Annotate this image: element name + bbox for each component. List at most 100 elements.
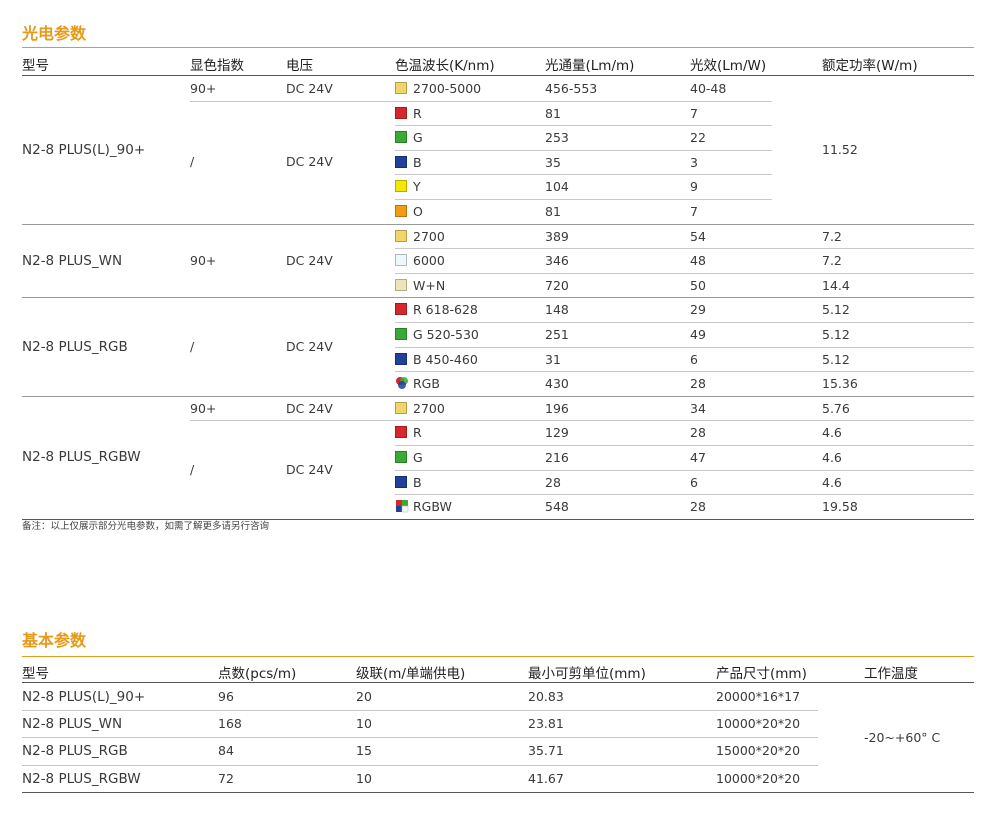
row-rule bbox=[395, 174, 772, 176]
column-header: 型号 bbox=[22, 58, 49, 74]
ra-value: 90+ bbox=[190, 400, 217, 416]
voltage-value: DC 24V bbox=[286, 154, 333, 170]
flux-value: 253 bbox=[545, 130, 569, 146]
row-rule bbox=[395, 494, 974, 496]
cct-value: R bbox=[413, 105, 422, 121]
column-header: 电压 bbox=[286, 58, 313, 74]
efficacy-value: 54 bbox=[690, 228, 706, 244]
efficacy-value: 28 bbox=[690, 376, 706, 392]
color-swatch-icon bbox=[395, 475, 407, 488]
size-value: 20000*16*17 bbox=[716, 689, 801, 704]
cascade-value: 20 bbox=[356, 689, 372, 704]
efficacy-value: 28 bbox=[690, 425, 706, 441]
model-name: N2-8 PLUS_WN bbox=[22, 252, 123, 269]
cct-value: G bbox=[413, 450, 423, 465]
flux-value: 81 bbox=[545, 204, 561, 219]
column-header: 色温波长(K/nm) bbox=[395, 58, 495, 74]
header-rule bbox=[22, 75, 974, 76]
row-rule bbox=[22, 737, 818, 739]
cut-unit-value: 35.71 bbox=[528, 743, 564, 759]
cct-value: 2700 bbox=[413, 228, 445, 244]
color-swatch-icon bbox=[395, 328, 407, 340]
efficacy-value: 48 bbox=[690, 253, 706, 269]
column-header: 光通量(Lm/m) bbox=[545, 58, 635, 74]
power-value: 5.76 bbox=[822, 400, 850, 416]
model-name: N2-8 PLUS_RGB bbox=[22, 743, 128, 760]
ra-value: 90+ bbox=[190, 81, 217, 96]
model-name: N2-8 PLUS_RGB bbox=[22, 338, 128, 355]
row-rule bbox=[395, 125, 772, 127]
size-value: 10000*20*20 bbox=[716, 770, 801, 786]
section1-title: 光电参数 bbox=[22, 24, 87, 43]
power-value: 4.6 bbox=[822, 425, 842, 441]
row-rule bbox=[190, 420, 974, 422]
color-swatch-icon bbox=[395, 303, 407, 316]
power-value: 19.58 bbox=[822, 499, 858, 515]
power-value: 7.2 bbox=[822, 228, 842, 244]
efficacy-value: 6 bbox=[690, 474, 698, 490]
voltage-value: DC 24V bbox=[286, 400, 333, 416]
efficacy-value: 34 bbox=[690, 400, 706, 416]
row-rule bbox=[395, 199, 772, 200]
row-rule bbox=[395, 272, 974, 274]
cct-value: RGB bbox=[413, 376, 440, 392]
cascade-value: 15 bbox=[356, 743, 372, 759]
cct-value: G 520-530 bbox=[413, 327, 479, 342]
column-header: 级联(m/单端供电) bbox=[356, 666, 466, 682]
flux-value: 196 bbox=[545, 400, 569, 416]
flux-value: 216 bbox=[545, 450, 569, 465]
flux-value: 346 bbox=[545, 253, 569, 269]
flux-value: 28 bbox=[545, 474, 561, 490]
cct-value: B bbox=[413, 154, 422, 170]
pcs-value: 96 bbox=[218, 689, 234, 704]
power-value: 15.36 bbox=[822, 376, 858, 392]
ra-value: / bbox=[190, 461, 195, 477]
efficacy-value: 22 bbox=[690, 130, 706, 146]
column-header: 点数(pcs/m) bbox=[218, 666, 297, 682]
efficacy-value: 29 bbox=[690, 302, 706, 318]
cct-value: Y bbox=[413, 179, 421, 195]
header-rule bbox=[22, 682, 974, 683]
row-rule bbox=[395, 346, 974, 348]
color-swatch-icon bbox=[395, 131, 407, 144]
efficacy-value: 49 bbox=[690, 327, 706, 342]
efficacy-value: 47 bbox=[690, 450, 706, 465]
power-value: 11.52 bbox=[822, 141, 858, 157]
column-header: 显色指数 bbox=[190, 58, 244, 74]
column-header: 产品尺寸(mm) bbox=[716, 666, 807, 682]
flux-value: 430 bbox=[545, 376, 569, 392]
power-value: 7.2 bbox=[822, 253, 842, 269]
color-swatch-icon bbox=[395, 254, 407, 267]
efficacy-value: 9 bbox=[690, 179, 698, 195]
power-value: 5.12 bbox=[822, 327, 850, 342]
ra-value: / bbox=[190, 154, 195, 170]
group-rule bbox=[22, 223, 974, 225]
flux-value: 129 bbox=[545, 425, 569, 441]
power-value: 5.12 bbox=[822, 351, 850, 367]
cct-value: 6000 bbox=[413, 253, 445, 269]
group-rule bbox=[22, 395, 974, 397]
title-rule bbox=[22, 47, 974, 48]
flux-value: 31 bbox=[545, 351, 561, 367]
rgbw-icon bbox=[396, 500, 409, 513]
row-rule bbox=[190, 100, 772, 102]
model-name: N2-8 PLUS_RGBW bbox=[22, 449, 141, 466]
model-name: N2-8 PLUS(L)_90+ bbox=[22, 141, 146, 158]
efficacy-value: 7 bbox=[690, 105, 698, 121]
section2-title: 基本参数 bbox=[22, 631, 87, 650]
pcs-value: 168 bbox=[218, 716, 242, 732]
voltage-value: DC 24V bbox=[286, 338, 333, 354]
color-swatch-icon bbox=[395, 426, 407, 439]
column-header: 额定功率(W/m) bbox=[822, 58, 918, 74]
pcs-value: 72 bbox=[218, 770, 234, 786]
cct-value: O bbox=[413, 204, 423, 219]
cct-value: 2700 bbox=[413, 400, 445, 416]
flux-value: 548 bbox=[545, 499, 569, 515]
power-value: 4.6 bbox=[822, 474, 842, 490]
page: 光电参数 型号 显色指数 电压 色温波长(K/nm) 光通量(Lm/m) 光效(Lm/W)… bbox=[0, 0, 999, 820]
column-header: 工作温度 bbox=[864, 666, 918, 682]
row-rule bbox=[395, 371, 974, 373]
cut-unit-value: 23.81 bbox=[528, 716, 564, 732]
cascade-value: 10 bbox=[356, 716, 372, 732]
rgb-icon bbox=[396, 377, 408, 390]
